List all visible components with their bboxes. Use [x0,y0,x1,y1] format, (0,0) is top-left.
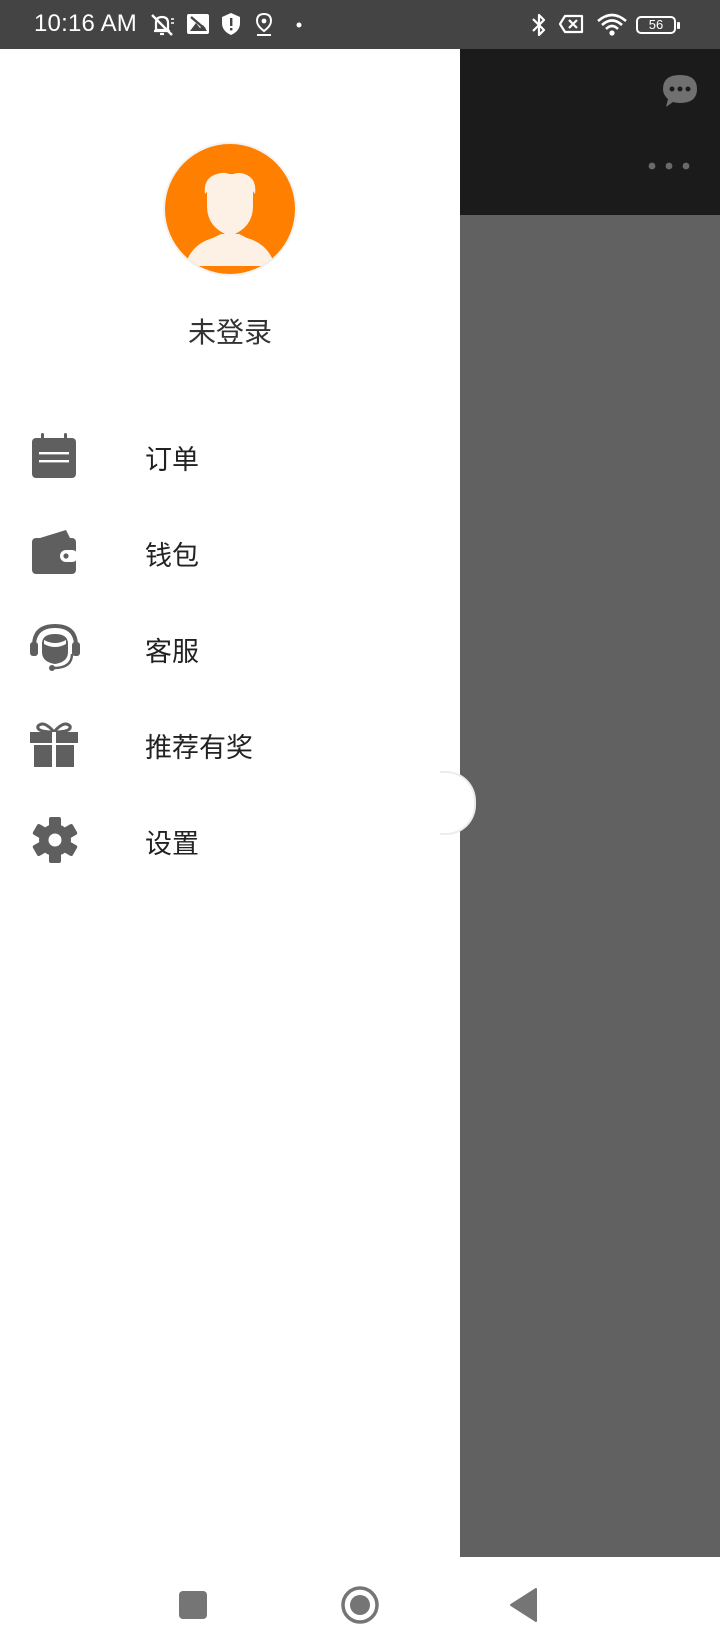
system-nav-bar [0,1557,720,1650]
menu-label-wallet: 钱包 [145,541,199,572]
menu-label-referral: 推荐有奖 [145,733,253,764]
location-icon [255,12,273,36]
menu-item-orders[interactable]: 订单 [0,408,460,504]
dot-icon [296,22,302,28]
x-box-icon [558,14,584,34]
menu-item-settings[interactable]: 设置 [0,792,460,888]
menu-item-customer-service[interactable]: 客服 [0,600,460,696]
mute-icon [151,14,174,36]
menu-label-customer-service: 客服 [145,637,199,668]
gift-icon [30,722,78,767]
image-icon [187,14,209,34]
shield-icon [222,13,240,35]
back-button[interactable] [508,1587,540,1623]
status-bar: 10:16 AM 56 [0,0,720,49]
gear-icon [32,817,78,863]
recents-button[interactable] [178,1590,208,1620]
wallet-icon [32,530,78,574]
chat-bubble-icon[interactable] [660,71,700,111]
more-dots-icon[interactable] [644,159,694,173]
headset-icon [30,624,80,671]
bluetooth-icon [532,13,546,37]
menu-item-referral[interactable]: 推荐有奖 [0,696,460,792]
calendar-icon [32,433,76,478]
wifi-icon [597,13,627,36]
menu-label-orders: 订单 [145,445,199,476]
navigation-drawer: 未登录 订单 钱包 客服 推荐有奖 设置 [0,49,476,1557]
battery-icon: 56 [636,16,680,34]
login-status-label[interactable]: 未登录 [0,311,460,351]
background-app-overlay[interactable] [460,215,720,1557]
home-button[interactable] [340,1585,380,1625]
user-avatar-icon[interactable] [165,144,295,274]
menu-label-settings: 设置 [145,829,199,860]
battery-level: 56 [648,17,664,32]
status-time: 10:16 AM [34,10,138,37]
background-app-header [460,49,720,215]
menu-item-wallet[interactable]: 钱包 [0,504,460,600]
